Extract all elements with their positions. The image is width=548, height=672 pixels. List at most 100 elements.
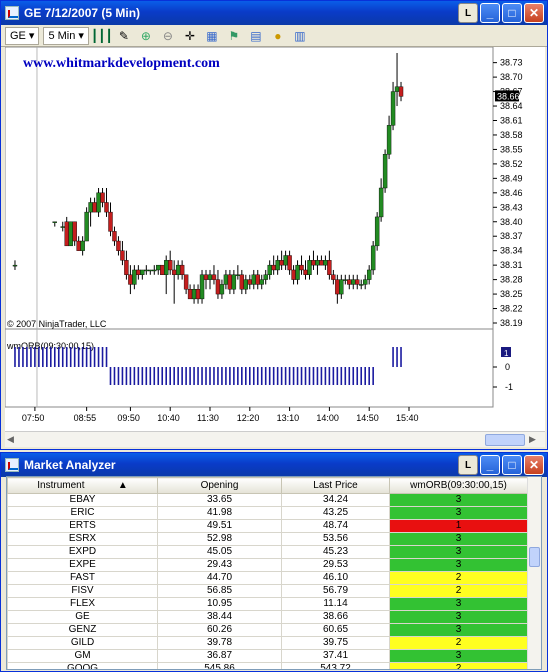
panel-marker: 1 (501, 347, 511, 358)
minimize-icon[interactable]: _ (480, 3, 500, 23)
crosshair-icon[interactable]: ✛ (181, 27, 199, 45)
table-row[interactable]: EXPE 29.43 29.53 3 (7, 558, 528, 572)
candle-body (247, 279, 252, 285)
candle-body (394, 86, 400, 92)
table-row[interactable]: EBAY 33.65 34.24 3 (7, 493, 528, 507)
candle-body (315, 260, 320, 266)
scroll-thumb[interactable] (485, 434, 525, 446)
table-row[interactable]: GILD 39.78 39.75 2 (7, 636, 528, 650)
lock-button[interactable]: L (458, 455, 478, 475)
candle-body (179, 264, 185, 275)
money-icon[interactable]: ● (269, 27, 287, 45)
table-row[interactable]: GOOG 545.86 543.72 2 (7, 662, 528, 669)
candle-body (370, 245, 376, 271)
col-header-wmorb[interactable]: wmORB(09:30:00,15) (389, 477, 528, 494)
chart-titlebar[interactable]: GE 7/12/2007 (5 Min) L _ □ ✕ (1, 1, 547, 25)
time-tick-label: 09:50 (117, 413, 140, 423)
last-price-cell: 34.24 (281, 493, 390, 507)
price-tick-label: 38.55 (500, 144, 523, 154)
col-header-last-price[interactable]: Last Price (281, 477, 390, 494)
candle-body (68, 221, 73, 247)
candle-body (207, 274, 213, 280)
grid-scroll-thumb[interactable] (529, 547, 540, 567)
bar-type-icon[interactable]: ┃┃┃ (91, 27, 113, 45)
candle-body (60, 226, 65, 228)
candle-body (211, 274, 217, 280)
col-header-instrument[interactable]: Instrument ▲ (7, 477, 158, 494)
symbol-value: GE (10, 29, 26, 42)
wmorb-cell: 3 (389, 493, 528, 507)
candle-body (171, 269, 177, 275)
last-price-cell: 29.53 (281, 558, 390, 572)
price-tick-label: 38.64 (500, 101, 523, 111)
price-tick-label: 38.43 (500, 202, 523, 212)
candle-body (283, 255, 288, 266)
chart-window-title: GE 7/12/2007 (5 Min) (24, 6, 141, 20)
table-row[interactable]: FAST 44.70 46.10 2 (7, 571, 528, 585)
table-row[interactable]: EXPD 45.05 45.23 3 (7, 545, 528, 559)
zoom-in-icon[interactable]: ⊕ (137, 27, 155, 45)
wmorb-cell: 3 (389, 610, 528, 624)
symbol-dropdown[interactable]: GE ▾ (5, 26, 40, 45)
chart-toolbar: GE ▾ 5 Min ▾ ┃┃┃ ✎ ⊕ ⊖ ✛ ▦ ⚑ ▤ ● ▥ (1, 25, 547, 47)
candle-body (378, 187, 384, 218)
time-tick-label: 08:55 (74, 413, 97, 423)
scroll-right-icon[interactable]: ▶ (529, 434, 543, 446)
candle-body (152, 269, 157, 272)
properties-icon[interactable]: ▦ (203, 27, 221, 45)
maximize-icon[interactable]: □ (502, 455, 522, 475)
opening-cell: 60.26 (157, 623, 282, 637)
col-header-opening[interactable]: Opening (157, 477, 282, 494)
last-price-cell: 45.23 (281, 545, 390, 559)
candle-body (327, 260, 332, 275)
interval-dropdown[interactable]: 5 Min ▾ (43, 26, 89, 45)
wmorb-cell: 3 (389, 545, 528, 559)
table-row[interactable]: FLEX 10.95 11.14 3 (7, 597, 528, 611)
chart-hscroll[interactable]: ◀ ▶ (5, 431, 545, 447)
lock-button[interactable]: L (458, 3, 478, 23)
opening-cell: 41.98 (157, 506, 282, 520)
candle-body (199, 274, 205, 300)
zoom-out-icon[interactable]: ⊖ (159, 27, 177, 45)
candle-body (343, 279, 348, 281)
candle-body (124, 260, 129, 275)
table-row[interactable]: ERIC 41.98 43.25 3 (7, 506, 528, 520)
opening-cell: 49.51 (157, 519, 282, 533)
close-icon[interactable]: ✕ (524, 3, 544, 23)
candle-body (287, 255, 292, 271)
candle-body (64, 221, 69, 247)
table-row[interactable]: GE 38.44 38.66 3 (7, 610, 528, 624)
scroll-left-icon[interactable]: ◀ (7, 434, 21, 446)
data-box-icon[interactable]: ▥ (291, 27, 309, 45)
table-row[interactable]: FISV 56.85 56.79 2 (7, 584, 528, 598)
strategy-icon[interactable]: ⚑ (225, 27, 243, 45)
opening-cell: 44.70 (157, 571, 282, 585)
chart-style-icon[interactable]: ▤ (247, 27, 265, 45)
minimize-icon[interactable]: _ (480, 455, 500, 475)
table-row[interactable]: GM 36.87 37.41 3 (7, 649, 528, 663)
maximize-icon[interactable]: □ (502, 3, 522, 23)
table-row[interactable]: ERTS 49.51 48.74 1 (7, 519, 528, 533)
price-tick-label: 38.25 (500, 289, 523, 299)
candle-body (215, 279, 221, 295)
last-price-cell: 48.74 (281, 519, 390, 533)
candle-body (76, 240, 81, 251)
chart-window: GE 7/12/2007 (5 Min) L _ □ ✕ GE ▾ 5 Min ▾ … (0, 0, 548, 450)
candle-body (323, 260, 328, 266)
price-chart[interactable]: www.whitmarkdevelopment.com © 2007 Ninja… (4, 46, 545, 431)
candle-body (223, 274, 229, 285)
candle-body (271, 264, 276, 271)
instrument-cell: GILD (7, 636, 158, 650)
time-tick-label: 07:50 (22, 413, 45, 423)
table-row[interactable]: GENZ 60.26 60.65 3 (7, 623, 528, 637)
pencil-icon[interactable]: ✎ (115, 27, 133, 45)
grid-vscroll[interactable] (527, 477, 541, 669)
close-icon[interactable]: ✕ (524, 455, 544, 475)
price-tick-label: 38.31 (500, 260, 523, 270)
candle-body (331, 274, 336, 280)
table-row[interactable]: ESRX 52.98 53.56 3 (7, 532, 528, 546)
candle-body (187, 289, 193, 300)
analyzer-titlebar[interactable]: Market Analyzer L _ □ ✕ (1, 453, 547, 477)
analyzer-grid[interactable]: Instrument ▲ Opening Last Price wmORB(09… (6, 476, 542, 670)
analyzer-window-title: Market Analyzer (24, 458, 116, 472)
